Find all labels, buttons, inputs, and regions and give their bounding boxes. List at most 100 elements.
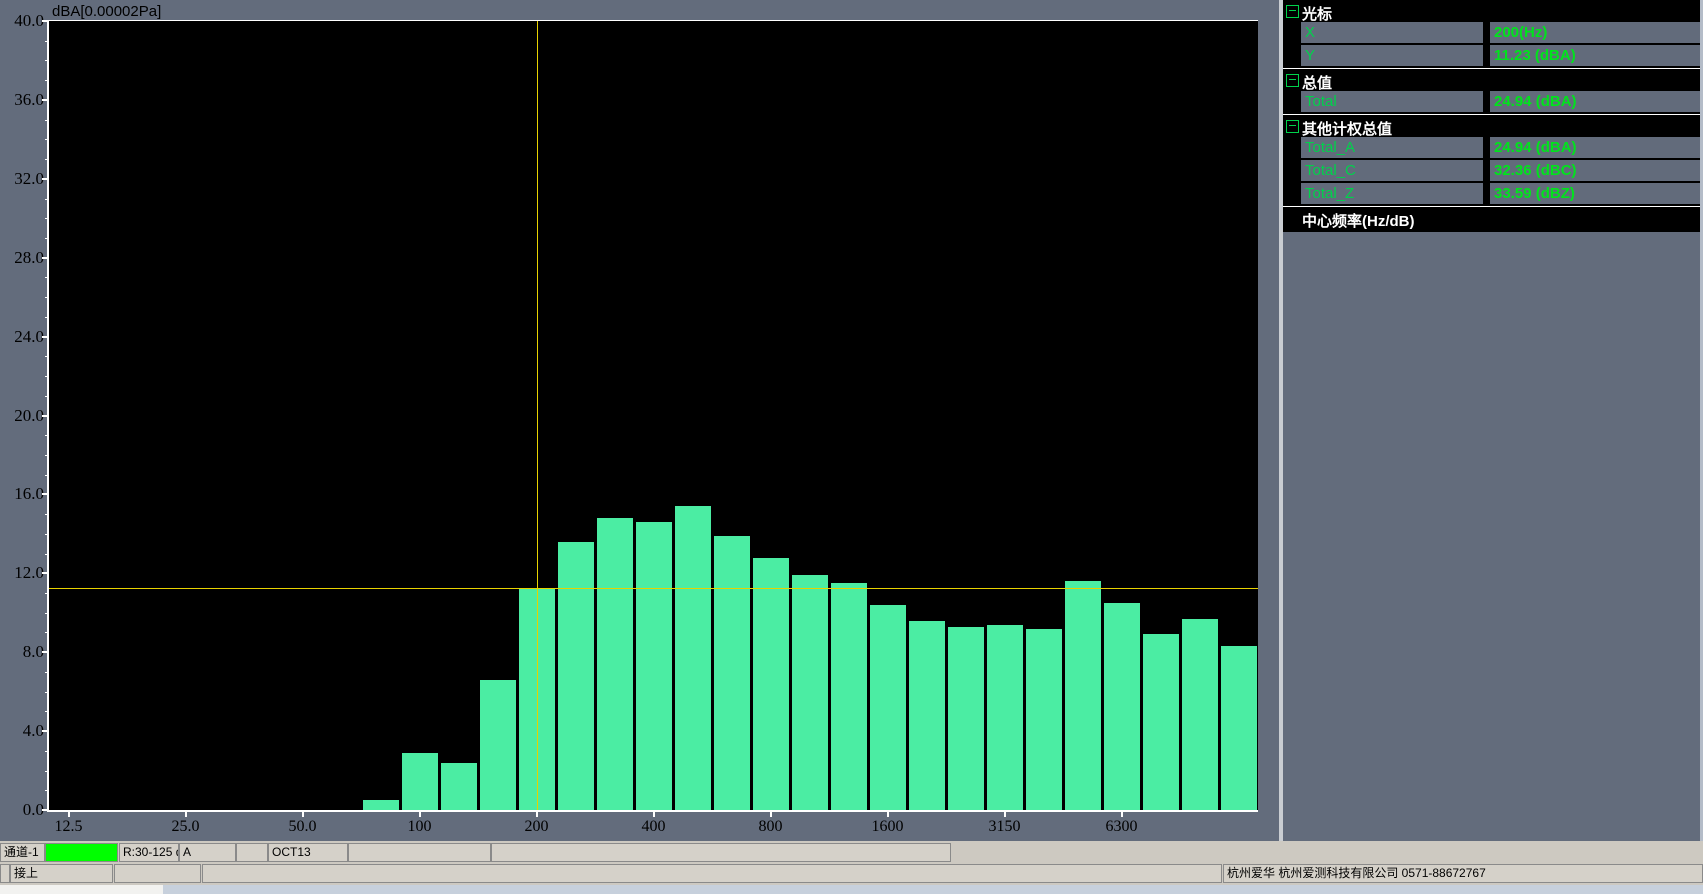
empty-cell (491, 843, 951, 862)
section-header: 光标 (1283, 0, 1700, 22)
spectrum-bar[interactable] (948, 627, 984, 810)
y-minor-tick (45, 396, 49, 397)
collapse-icon[interactable] (1286, 5, 1299, 18)
y-major-tick (42, 809, 49, 811)
spectrum-bar[interactable] (753, 558, 789, 810)
spectrum-bar[interactable] (1143, 634, 1179, 810)
spectrum-bar[interactable] (636, 522, 672, 810)
y-minor-tick (45, 613, 49, 614)
spectrum-bar[interactable] (714, 536, 750, 810)
spectrum-bar[interactable] (441, 763, 477, 810)
spectrum-bar[interactable] (987, 625, 1023, 810)
empty-cell (202, 864, 1222, 883)
weighting-cell: A (179, 843, 236, 862)
y-major-tick (42, 415, 49, 417)
y-minor-tick (45, 218, 49, 219)
y-minor-tick (45, 317, 49, 318)
status-bar: 通道-1 R:30-125 dB A OCT13 接上 杭州爱华 杭州爱测科技有… (0, 841, 1703, 894)
collapse-icon[interactable] (1286, 120, 1299, 133)
empty-cell (348, 843, 491, 862)
spectrum-bar[interactable] (1104, 603, 1140, 810)
y-minor-tick (45, 455, 49, 456)
y-minor-tick (45, 534, 49, 535)
y-minor-tick (45, 356, 49, 357)
y-major-tick (42, 178, 49, 180)
panel-row-value[interactable]: 24.94 (dBA) (1490, 91, 1700, 112)
spectrum-bar[interactable] (1182, 619, 1218, 810)
x-tick (653, 812, 655, 817)
y-minor-tick (45, 139, 49, 140)
y-major-tick (42, 651, 49, 653)
spectrum-bar[interactable] (792, 575, 828, 810)
panel-row-label[interactable]: Y (1301, 45, 1483, 66)
link-status-cell: 接上 (10, 864, 113, 883)
x-tick-label: 6300 (1077, 818, 1167, 836)
taskbar-strip-left (0, 885, 163, 894)
section-header-label: 总值 (1302, 72, 1332, 93)
panel-row-label[interactable]: Total_Z (1301, 183, 1483, 204)
panel-row-value[interactable]: 33.59 (dBZ) (1490, 183, 1700, 204)
spectrum-bar[interactable] (1065, 581, 1101, 810)
y-tick-label: 20.0 (0, 407, 44, 425)
results-panel: 光标X 200(Hz) Y 11.23 (dBA) 总值Total 24.94 (dBA)… (1283, 0, 1700, 841)
y-minor-tick (45, 711, 49, 712)
y-minor-tick (45, 593, 49, 594)
y-major-tick (42, 99, 49, 101)
x-tick (770, 812, 772, 817)
section-header: 其他计权总值 (1283, 115, 1700, 137)
y-minor-tick (45, 80, 49, 81)
empty-cell (0, 864, 10, 883)
panel-row-label[interactable]: X (1301, 22, 1483, 43)
panel-row-value[interactable]: 11.23 (dBA) (1490, 45, 1700, 66)
spectrum-bar[interactable] (597, 518, 633, 810)
y-tick-label: 24.0 (0, 328, 44, 346)
y-minor-tick (45, 475, 49, 476)
section-header-label: 其他计权总值 (1302, 118, 1392, 139)
section-header: 总值 (1283, 69, 1700, 91)
x-tick-label: 25.0 (141, 818, 231, 836)
y-tick-label: 16.0 (0, 485, 44, 503)
spectrum-bar[interactable] (1221, 646, 1257, 810)
x-tick (536, 812, 538, 817)
panel-row-value[interactable]: 32.36 (dBC) (1490, 160, 1700, 181)
spectrum-chart-area: dBA[0.00002Pa] 40.036.032.028.024.020.01… (0, 0, 1279, 841)
y-minor-tick (45, 41, 49, 42)
y-axis-unit-label: dBA[0.00002Pa] (52, 3, 161, 20)
x-tick-label: 1600 (843, 818, 933, 836)
x-tick-label: 100 (375, 818, 465, 836)
cursor-horizontal-line[interactable] (49, 588, 1258, 589)
panel-row-value[interactable]: 200(Hz) (1490, 22, 1700, 43)
y-minor-tick (45, 751, 49, 752)
channel-cell: 通道-1 (0, 843, 45, 862)
y-minor-tick (45, 120, 49, 121)
spectrum-bar[interactable] (831, 583, 867, 810)
spectrum-bar[interactable] (480, 680, 516, 810)
x-tick (887, 812, 889, 817)
x-tick (1004, 812, 1006, 817)
panel-row-label[interactable]: Total_A (1301, 137, 1483, 158)
y-major-tick (42, 20, 49, 22)
y-major-tick (42, 336, 49, 338)
collapse-icon[interactable] (1286, 74, 1299, 87)
spectrum-bar[interactable] (558, 542, 594, 810)
cursor-vertical-line[interactable] (537, 21, 538, 810)
panel-row-value[interactable]: 24.94 (dBA) (1490, 137, 1700, 158)
x-tick-label: 800 (726, 818, 816, 836)
x-tick-label: 3150 (960, 818, 1050, 836)
x-tick-label: 400 (609, 818, 699, 836)
y-minor-tick (45, 297, 49, 298)
y-minor-tick (45, 554, 49, 555)
spectrum-bar[interactable] (909, 621, 945, 810)
spectrum-bar[interactable] (675, 506, 711, 810)
panel-row-label[interactable]: Total_C (1301, 160, 1483, 181)
channel-color-swatch (45, 843, 118, 862)
spectrum-bar[interactable] (1026, 629, 1062, 810)
spectrum-bar[interactable] (363, 800, 399, 810)
x-tick-label: 200 (492, 818, 582, 836)
panel-row-label[interactable]: Total (1301, 91, 1483, 112)
y-minor-tick (45, 514, 49, 515)
spectrum-bar[interactable] (402, 753, 438, 810)
spectrum-plot[interactable] (47, 20, 1258, 812)
spectrum-bar[interactable] (870, 605, 906, 810)
y-minor-tick (45, 376, 49, 377)
